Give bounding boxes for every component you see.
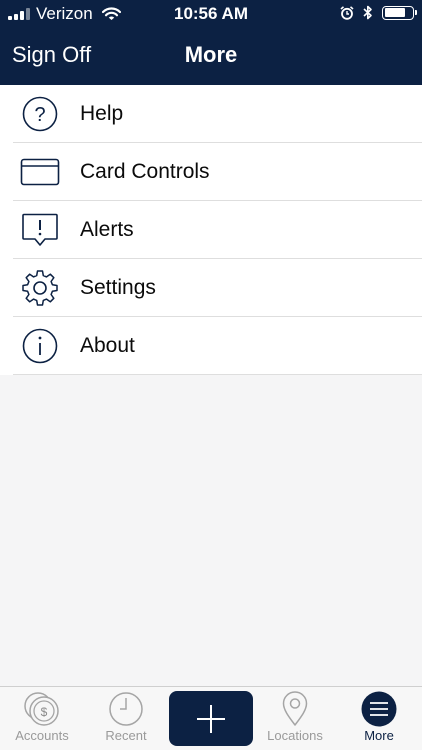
menu-item-alerts[interactable]: Alerts <box>0 201 422 259</box>
battery-level <box>384 8 405 17</box>
tab-more[interactable]: More <box>337 687 421 750</box>
divider <box>13 374 422 375</box>
status-bar: Verizon 10:56 AM <box>0 0 422 28</box>
menu-item-label: Settings <box>80 276 156 299</box>
tab-label: Locations <box>267 728 323 743</box>
more-menu-list: ? Help Card Controls Alerts Settings Abo… <box>0 85 422 375</box>
menu-icon <box>337 691 421 727</box>
info-circle-icon <box>20 326 60 366</box>
question-circle-icon: ? <box>20 94 60 134</box>
credit-card-icon <box>20 152 60 192</box>
menu-item-card-controls[interactable]: Card Controls <box>0 143 422 201</box>
bluetooth-icon <box>363 5 372 20</box>
menu-item-label: Alerts <box>80 218 134 241</box>
clock-icon <box>84 691 168 727</box>
app-header: Verizon 10:56 AM Sign Off More <box>0 0 422 85</box>
menu-item-label: Help <box>80 102 124 125</box>
menu-item-settings[interactable]: Settings <box>0 259 422 317</box>
menu-item-label: Card Controls <box>80 160 210 183</box>
gear-icon <box>20 268 60 308</box>
menu-item-about[interactable]: About <box>0 317 422 375</box>
alert-bubble-icon <box>20 210 60 250</box>
nav-bar: Sign Off More <box>0 28 422 85</box>
sign-off-button[interactable]: Sign Off <box>12 42 91 68</box>
coins-icon: $ <box>0 691 84 727</box>
tab-bar: $ Accounts Recent Locations More <box>0 686 422 750</box>
add-button[interactable] <box>169 691 253 746</box>
tab-locations[interactable]: Locations <box>253 687 337 750</box>
tab-recent[interactable]: Recent <box>84 687 168 750</box>
menu-item-help[interactable]: ? Help <box>0 85 422 143</box>
svg-text:?: ? <box>34 104 45 126</box>
alarm-clock-icon <box>340 5 354 20</box>
menu-item-label: About <box>80 334 135 357</box>
location-pin-icon <box>253 691 337 727</box>
tab-label: Accounts <box>15 728 69 743</box>
tab-accounts[interactable]: $ Accounts <box>0 687 84 750</box>
tab-label: More <box>364 728 394 743</box>
svg-text:$: $ <box>41 705 48 719</box>
tab-label: Recent <box>105 728 147 743</box>
battery-icon <box>382 5 417 20</box>
plus-icon <box>197 704 225 733</box>
